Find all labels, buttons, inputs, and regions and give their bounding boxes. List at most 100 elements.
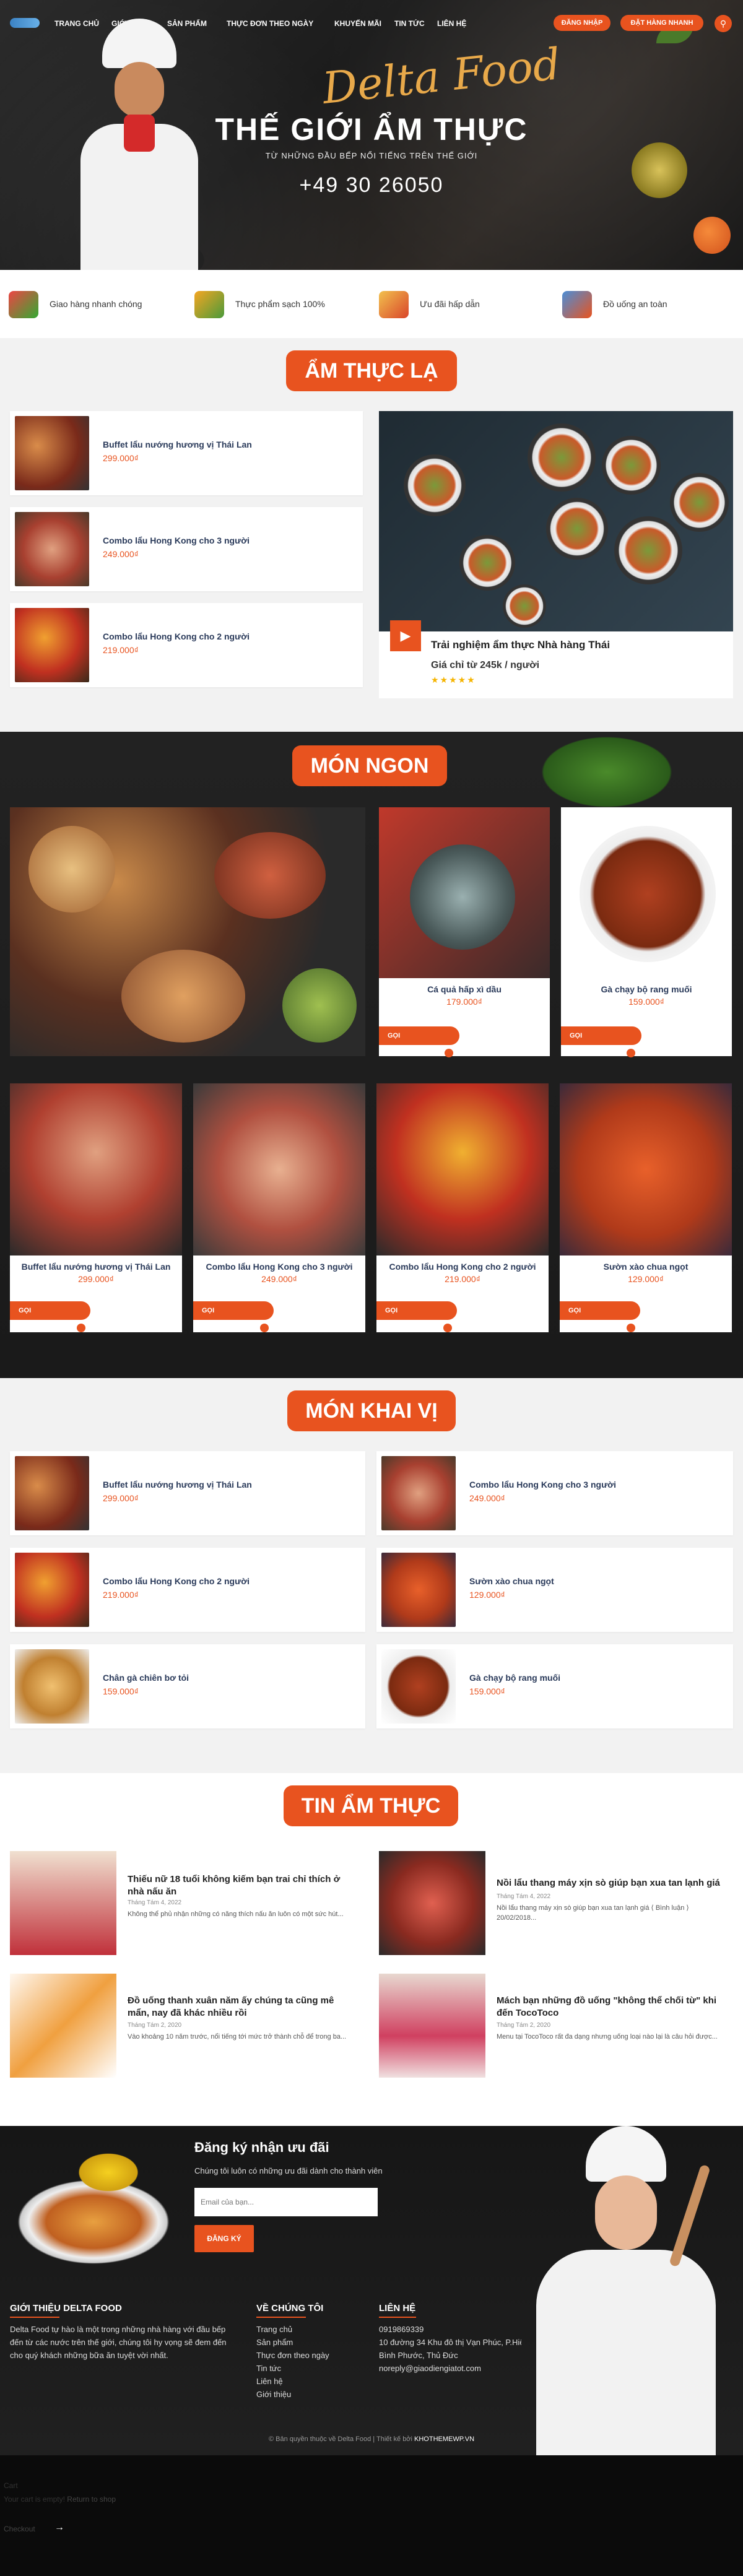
product-name[interactable]: Gà chạy bộ rang muối xyxy=(561,984,732,994)
order-button[interactable]: GỌI xyxy=(379,1026,459,1045)
footer-link-contact[interactable]: Liên hệ xyxy=(256,2375,283,2388)
footer-link-daily-menu[interactable]: Thực đơn theo ngày xyxy=(256,2349,329,2362)
cart-icon[interactable] xyxy=(443,1324,452,1332)
news-title[interactable]: Đồ uống thanh xuân năm ấy chúng ta cũng … xyxy=(128,1995,357,2019)
list-item[interactable]: Combo lẩu Hong Kong cho 3 người 249.000₫ xyxy=(376,1451,733,1535)
product-card[interactable]: Sườn xào chua ngọt 129.000₫ xyxy=(560,1083,732,1332)
list-item[interactable]: Buffet lẩu nướng hương vị Thái Lan 299.0… xyxy=(10,1451,365,1535)
news-title[interactable]: Thiếu nữ 18 tuổi không kiếm bạn trai chỉ… xyxy=(128,1873,357,1898)
product-card[interactable]: Cá quả hấp xì dầu 179.000₫ xyxy=(379,807,550,1056)
product-image[interactable] xyxy=(379,807,550,978)
cart-icon[interactable] xyxy=(627,1049,635,1057)
section-delicious-dishes: MÓN NGON Cá quả hấp xì dầu 179.000₫ GỌI … xyxy=(0,732,743,1378)
product-price: 219.000₫ xyxy=(103,1590,139,1600)
product-image[interactable] xyxy=(381,1456,456,1530)
cart-icon[interactable] xyxy=(77,1324,85,1332)
order-button[interactable]: GỌI xyxy=(560,1301,640,1320)
product-image[interactable] xyxy=(15,1553,89,1627)
product-card[interactable]: Combo lẩu Hong Kong cho 2 người 219.000₫ xyxy=(376,1083,549,1332)
order-button[interactable]: GỌI xyxy=(193,1301,274,1320)
product-image[interactable] xyxy=(15,512,89,586)
news-image[interactable] xyxy=(10,1974,116,2078)
list-item[interactable]: Sườn xào chua ngọt 129.000₫ xyxy=(376,1548,733,1632)
product-name[interactable]: Buffet lẩu nướng hương vị Thái Lan xyxy=(103,440,252,449)
product-name[interactable]: Combo lẩu Hong Kong cho 3 người xyxy=(193,1262,365,1272)
designer-link[interactable]: KHOTHEMEWP.VN xyxy=(414,2435,474,2443)
return-to-shop-link[interactable]: Return to shop xyxy=(67,2495,116,2504)
list-item[interactable]: Buffet lẩu nướng hương vị Thái Lan 299.0… xyxy=(10,411,363,495)
footer-link-products[interactable]: Sản phẩm xyxy=(256,2336,293,2349)
featured-experience-card[interactable]: ▶ Trải nghiệm ẩm thực Nhà hàng Thái Giá … xyxy=(379,411,733,698)
list-item[interactable]: Combo lẩu Hong Kong cho 2 người 219.000₫ xyxy=(10,1548,365,1632)
product-name[interactable]: Combo lẩu Hong Kong cho 3 người xyxy=(103,536,250,545)
nav-item-news[interactable]: TIN TỨC xyxy=(394,19,425,28)
product-card[interactable]: Buffet lẩu nướng hương vị Thái Lan 299.0… xyxy=(10,1083,182,1332)
product-name[interactable]: Gà chạy bộ rang muối xyxy=(469,1673,560,1683)
product-image[interactable] xyxy=(193,1083,365,1255)
product-image[interactable] xyxy=(10,1083,182,1255)
product-name[interactable]: Combo lẩu Hong Kong cho 2 người xyxy=(376,1262,549,1272)
footer-link-about[interactable]: Giới thiệu xyxy=(256,2388,291,2401)
product-name[interactable]: Chân gà chiên bơ tỏi xyxy=(103,1673,189,1683)
product-image[interactable] xyxy=(561,807,732,978)
product-name[interactable]: Cá quả hấp xì dầu xyxy=(379,984,550,994)
order-button[interactable]: GỌI xyxy=(10,1301,90,1320)
features-bar: Giao hàng nhanh chóng Thực phẩm sạch 100… xyxy=(0,270,743,338)
news-excerpt: Nồi lẩu thang máy xịn sò giúp bạn xua ta… xyxy=(497,1904,689,1922)
product-name[interactable]: Sườn xào chua ngọt xyxy=(469,1576,554,1586)
product-image[interactable] xyxy=(381,1649,456,1724)
hero-subtitle: TỪ NHỮNG ĐẦU BẾP NỔI TIẾNG TRÊN THẾ GIỚI xyxy=(265,151,478,160)
list-item[interactable]: Chân gà chiên bơ tỏi 159.000₫ xyxy=(10,1644,365,1728)
cart-icon[interactable] xyxy=(260,1324,269,1332)
product-image[interactable] xyxy=(15,608,89,682)
nav-item-daily-menu[interactable]: THỰC ĐƠN THEO NGÀY xyxy=(227,19,313,28)
product-image[interactable] xyxy=(15,1649,89,1724)
subscribe-button[interactable]: ĐĂNG KÝ xyxy=(194,2225,254,2252)
product-price: 129.000₫ xyxy=(628,1274,664,1284)
product-image[interactable] xyxy=(560,1083,732,1255)
list-item[interactable]: Gà chạy bộ rang muối 159.000₫ xyxy=(376,1644,733,1728)
product-price: 249.000₫ xyxy=(261,1274,297,1284)
play-icon[interactable]: ▶ xyxy=(390,620,421,651)
footer-link-news[interactable]: Tin tức xyxy=(256,2362,281,2375)
product-image[interactable] xyxy=(376,1083,549,1255)
email-field[interactable] xyxy=(194,2188,378,2216)
news-image[interactable] xyxy=(379,1851,485,1955)
vegetables-icon xyxy=(194,291,224,318)
list-item[interactable]: Combo lẩu Hong Kong cho 2 người 219.000₫ xyxy=(10,603,363,687)
contact-email[interactable]: noreply@giaodiengiatot.com xyxy=(379,2362,481,2375)
arrow-right-icon[interactable]: → xyxy=(54,2522,64,2533)
product-card[interactable]: Gà chạy bộ rang muối 159.000₫ xyxy=(561,807,732,1056)
shopping-basket-icon xyxy=(9,291,38,318)
product-name[interactable]: Combo lẩu Hong Kong cho 3 người xyxy=(469,1480,616,1490)
product-name[interactable]: Buffet lẩu nướng hương vị Thái Lan xyxy=(103,1480,252,1490)
news-image[interactable] xyxy=(379,1974,485,2078)
quick-order-button[interactable]: ĐẶT HÀNG NHANH xyxy=(620,15,703,31)
product-image[interactable] xyxy=(15,416,89,490)
list-item[interactable]: Combo lẩu Hong Kong cho 3 người 249.000₫ xyxy=(10,507,363,591)
checkout-link[interactable]: Checkout xyxy=(4,2525,35,2533)
footer-link-home[interactable]: Trang chủ xyxy=(256,2323,292,2336)
search-icon[interactable]: ⚲ xyxy=(715,15,732,32)
news-title[interactable]: Nồi lẩu thang máy xịn sò giúp bạn xua ta… xyxy=(497,1877,726,1889)
product-name[interactable]: Combo lẩu Hong Kong cho 2 người xyxy=(103,631,250,641)
product-name[interactable]: Buffet lẩu nướng hương vị Thái Lan xyxy=(10,1262,182,1272)
order-button[interactable]: GỌI xyxy=(376,1301,457,1320)
product-name[interactable]: Sườn xào chua ngọt xyxy=(560,1262,732,1272)
news-image[interactable] xyxy=(10,1851,116,1955)
product-image[interactable] xyxy=(381,1553,456,1627)
product-card[interactable]: Combo lẩu Hong Kong cho 3 người 249.000₫ xyxy=(193,1083,365,1332)
news-title[interactable]: Mách bạn những đồ uống "không thể chối t… xyxy=(497,1995,726,2019)
order-button[interactable]: GỌI xyxy=(561,1026,641,1045)
cart-icon[interactable] xyxy=(445,1049,453,1057)
nav-item-promotions[interactable]: KHUYẾN MÃI xyxy=(334,19,381,28)
featured-image[interactable] xyxy=(379,411,733,631)
contact-phone[interactable]: 0919869339 xyxy=(379,2323,424,2336)
cart-icon[interactable] xyxy=(627,1324,635,1332)
section-title: MÓN NGON xyxy=(292,745,447,786)
login-button[interactable]: ĐĂNG NHẬP xyxy=(554,15,610,31)
product-image[interactable] xyxy=(15,1456,89,1530)
product-name[interactable]: Combo lẩu Hong Kong cho 2 người xyxy=(103,1576,250,1586)
site-logo[interactable] xyxy=(10,18,40,28)
nav-item-contact[interactable]: LIÊN HỆ xyxy=(437,19,466,28)
